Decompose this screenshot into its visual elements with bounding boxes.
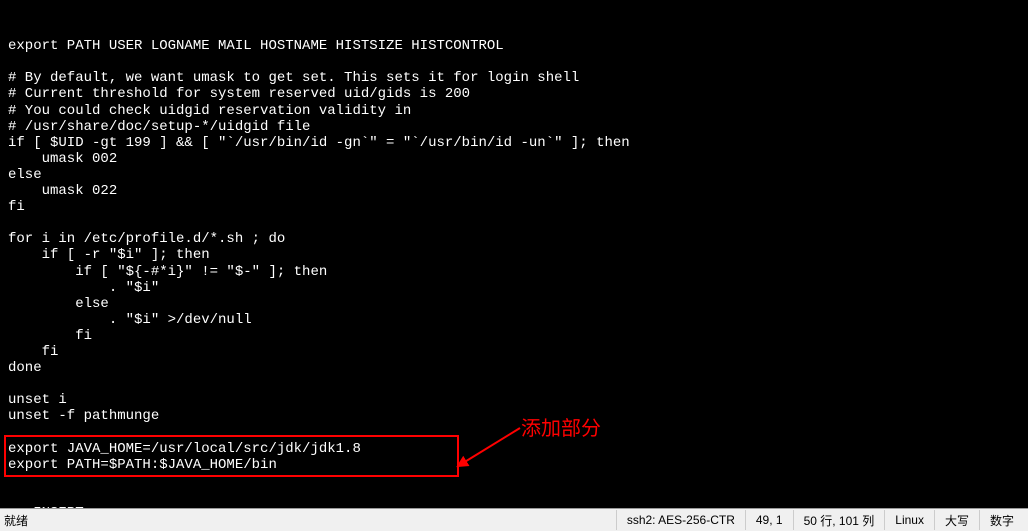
status-mode: Linux — [884, 510, 934, 530]
terminal-editor[interactable]: export PATH USER LOGNAME MAIL HOSTNAME H… — [0, 0, 1028, 508]
status-dimensions: 50 行, 101 列 — [793, 510, 885, 530]
status-cursor-position: 49, 1 — [745, 510, 793, 530]
status-ssh: ssh2: AES-256-CTR — [616, 510, 745, 530]
editor-content[interactable]: export PATH USER LOGNAME MAIL HOSTNAME H… — [8, 38, 1020, 508]
status-caps: 大写 — [934, 510, 979, 530]
status-bar: 就绪 ssh2: AES-256-CTR 49, 1 50 行, 101 列 L… — [0, 508, 1028, 531]
status-ready: 就绪 — [4, 512, 616, 529]
status-numlock: 数字 — [979, 510, 1024, 530]
